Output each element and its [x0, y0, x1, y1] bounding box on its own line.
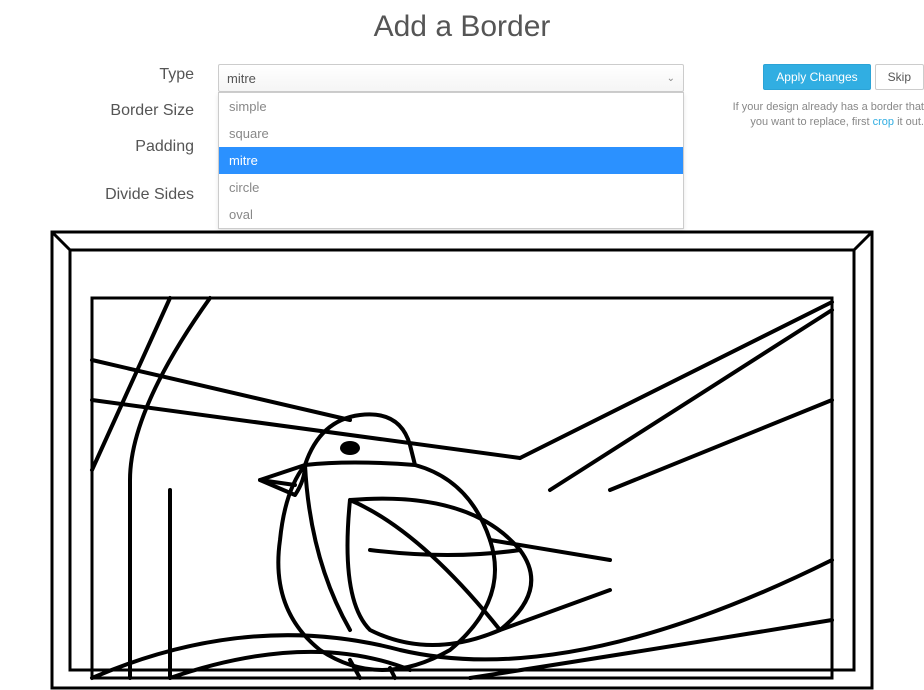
preview-svg [50, 230, 874, 690]
apply-changes-button[interactable]: Apply Changes [763, 64, 870, 90]
chevron-down-icon: ⌄ [667, 73, 675, 84]
bird-eye [340, 441, 360, 455]
help-suffix: it out. [894, 116, 924, 128]
option-circle[interactable]: circle [219, 174, 683, 201]
page-title: Add a Border [0, 10, 924, 44]
option-square[interactable]: square [219, 120, 683, 147]
help-text: If your design already has a border that… [714, 100, 924, 131]
button-row: Apply Changes Skip [714, 64, 924, 90]
right-column: Apply Changes Skip If your design alread… [684, 64, 924, 131]
type-select[interactable]: mitre ⌄ [218, 64, 684, 92]
option-simple[interactable]: simple [219, 93, 683, 120]
type-select-value: mitre [227, 71, 256, 86]
label-padding: Padding [0, 136, 194, 166]
option-oval[interactable]: oval [219, 201, 683, 228]
skip-button[interactable]: Skip [875, 64, 924, 90]
controls-column: mitre ⌄ simple square mitre circle oval [218, 64, 684, 92]
label-divide-sides: Divide Sides [0, 184, 194, 214]
label-border-size: Border Size [0, 100, 194, 130]
labels-column: Type Border Size Padding Divide Sides [0, 64, 218, 220]
crop-link[interactable]: crop [873, 116, 894, 128]
design-preview [50, 230, 874, 690]
option-mitre[interactable]: mitre [219, 147, 683, 174]
form-area: Type Border Size Padding Divide Sides mi… [0, 64, 924, 220]
label-type: Type [0, 64, 194, 94]
type-dropdown: simple square mitre circle oval [218, 92, 684, 229]
